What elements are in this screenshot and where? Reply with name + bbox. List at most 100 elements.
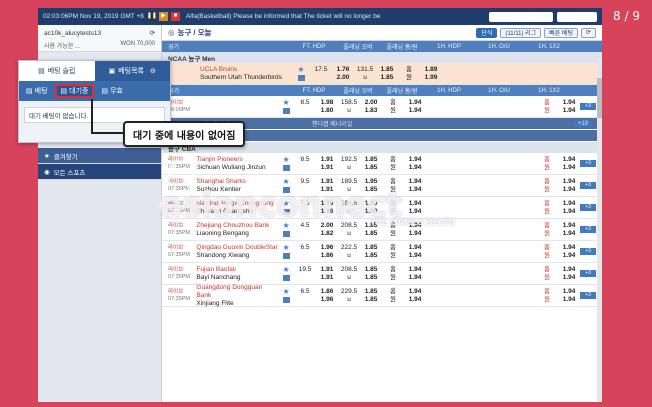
odds-cell[interactable]: 1.94 1.94 [558,244,580,260]
odds-cell[interactable]: 홈원 [536,178,558,194]
more-markets-button[interactable]: +3 [580,103,596,110]
tab-bet-slip[interactable]: ▤ 베팅 슬립 [19,61,95,81]
odds-cell[interactable]: 1.94 1.94 [558,99,580,115]
odds-cell[interactable]: 1.96 1.86 [316,244,338,260]
tab-betting[interactable]: ▤ 베팅 [22,84,52,98]
odds-cell[interactable]: 홈원 [536,200,558,216]
teams: Fujian Baofali Bayi Nanchang [196,266,278,282]
stats-icon[interactable] [282,165,290,171]
odds-cell[interactable]: 홈원 [536,288,558,304]
odds-cell[interactable]: 1.91 1.91 [316,156,338,172]
odds-cell[interactable]: 홈원 [382,288,404,304]
odds-cell[interactable]: 1.94 1.94 [404,244,426,260]
star-icon[interactable]: ★ [282,156,289,164]
odds-cell[interactable]: 1.85 1.85 [360,156,382,172]
more-markets-button[interactable]: +3 [580,204,596,211]
odds-cell[interactable]: 1.85 1.85 [376,66,398,82]
odds-cell[interactable]: 1.85 1.85 [360,288,382,304]
stats-icon[interactable] [282,231,290,237]
odds-cell[interactable]: 홈원 [536,99,558,115]
star-icon[interactable]: ★ [282,288,289,296]
search-pill[interactable] [489,11,553,22]
star-icon[interactable]: ★ [282,244,289,252]
more-markets-button[interactable]: +3 [580,182,596,189]
pause-icon[interactable]: ❚❚ [146,12,157,21]
stop-icon[interactable]: ■ [170,12,180,21]
odds-cell[interactable]: 158.5 u [338,99,360,115]
odds-cell[interactable]: 1.85 1.85 [360,266,382,282]
sidebar-item-favorites[interactable]: ★ 즐겨찾기 [38,148,161,164]
more-markets-button[interactable]: +3 [580,292,596,299]
odds-cell[interactable]: 홈원 [536,156,558,172]
odds-cell[interactable]: 1.94 1.94 [558,156,580,172]
stats-icon[interactable] [282,108,290,114]
odds-cell[interactable]: 1.94 1.94 [404,288,426,304]
tab-bet-list[interactable]: ▣ 베팅목록 ⊖ [94,61,170,81]
sidebar-item-all-sports[interactable]: ◉ 모든 스포츠 [38,164,161,180]
scrollbar-thumb[interactable] [597,78,602,118]
slip-icon: ▤ [38,68,45,75]
odds-cell[interactable]: 1.89 1.99 [420,66,442,82]
odds-cell[interactable]: 1.91 1.91 [316,266,338,282]
odds-cell[interactable]: 229.5 u [338,288,360,304]
odds-hdp[interactable]: 8.5 [294,99,316,115]
odds-cell[interactable]: 1.94 1.94 [404,178,426,194]
odds-cell[interactable]: 1.94 1.94 [404,200,426,216]
odds-cell[interactable]: 홈원 [382,156,404,172]
single-button[interactable]: 단식 [476,27,498,38]
odds-cell[interactable]: 1.98 1.80 [316,99,338,115]
scrollbar[interactable] [597,58,602,402]
quick-bet-button[interactable]: 빠른 베팅 [544,27,578,38]
odds-hdp[interactable]: 6.5 [294,288,316,304]
odds-cell[interactable]: 208.5 u [338,266,360,282]
odds-cell[interactable]: 홈원 [398,66,420,82]
odds-cell[interactable]: 192.5 u [338,156,360,172]
refresh-icon[interactable]: ⟳ [150,29,155,37]
league-header-ncaa[interactable]: NCAA 농구 Men [162,52,602,63]
more-markets-button[interactable]: +3 [580,160,596,167]
stats-icon[interactable] [282,275,290,281]
odds-cell[interactable]: 2.00 1.83 [360,99,382,115]
balance-pill[interactable] [557,11,597,22]
star-icon[interactable]: ★ [297,66,304,74]
odds-cell[interactable]: 홈원 [536,222,558,238]
odds-cell[interactable]: 홈원 [382,266,404,282]
odds-cell[interactable]: 홈원 [382,244,404,260]
star-icon[interactable]: ★ [282,99,289,107]
odds-cell[interactable]: 1.85 1.85 [360,244,382,260]
star-icon[interactable]: ★ [282,266,289,274]
more-markets-button[interactable]: +3 [580,270,596,277]
odds-cell[interactable]: 1.94 1.94 [558,178,580,194]
odds-cell[interactable]: 1.94 1.94 [558,288,580,304]
odds-cell[interactable]: 1.94 1.94 [404,266,426,282]
play-icon[interactable]: ▶ [158,12,168,21]
stats-icon[interactable] [297,75,305,81]
tab-void[interactable]: ▤ 무효 [97,84,127,98]
odds-cell[interactable]: 1.94 1.94 [404,156,426,172]
odds-cell[interactable]: 1.76 2.00 [332,66,354,82]
odds-cell[interactable]: 1.94 1.94 [558,222,580,238]
odds-cell[interactable]: 222.5 u [338,244,360,260]
minus-icon[interactable]: ⊖ [150,67,156,75]
odds-hdp[interactable]: 17.5 [310,66,332,82]
more-markets-button[interactable]: +3 [580,248,596,255]
tab-waiting[interactable]: ▤ 대기중 [54,84,95,98]
odds-cell[interactable]: 1.94 1.94 [558,200,580,216]
odds-hdp[interactable]: 6.5 [294,244,316,260]
odds-cell[interactable]: 1.94 1.94 [558,266,580,282]
odds-cell[interactable]: 홈원 [536,266,558,282]
odds-cell[interactable]: 131.5 u [354,66,376,82]
odds-hdp[interactable]: 19.5 [294,266,316,282]
odds-cell[interactable]: 1.86 1.96 [316,288,338,304]
more-badge[interactable]: +19 [573,120,592,127]
odds-cell[interactable]: 홈원 [382,99,404,115]
stats-icon[interactable] [282,253,290,259]
more-markets-button[interactable]: +3 [580,226,596,233]
stats-icon[interactable] [282,297,290,303]
refresh-button[interactable]: ⟳ [580,27,596,38]
odds-hdp[interactable]: 8.5 [294,156,316,172]
league-filter-button[interactable]: (11/11) 리그 [500,27,542,38]
odds-cell[interactable]: 홈원 [536,244,558,260]
header-ft-hdp: FT. HDP [302,87,326,94]
odds-cell[interactable]: 1.94 1.94 [404,99,426,115]
